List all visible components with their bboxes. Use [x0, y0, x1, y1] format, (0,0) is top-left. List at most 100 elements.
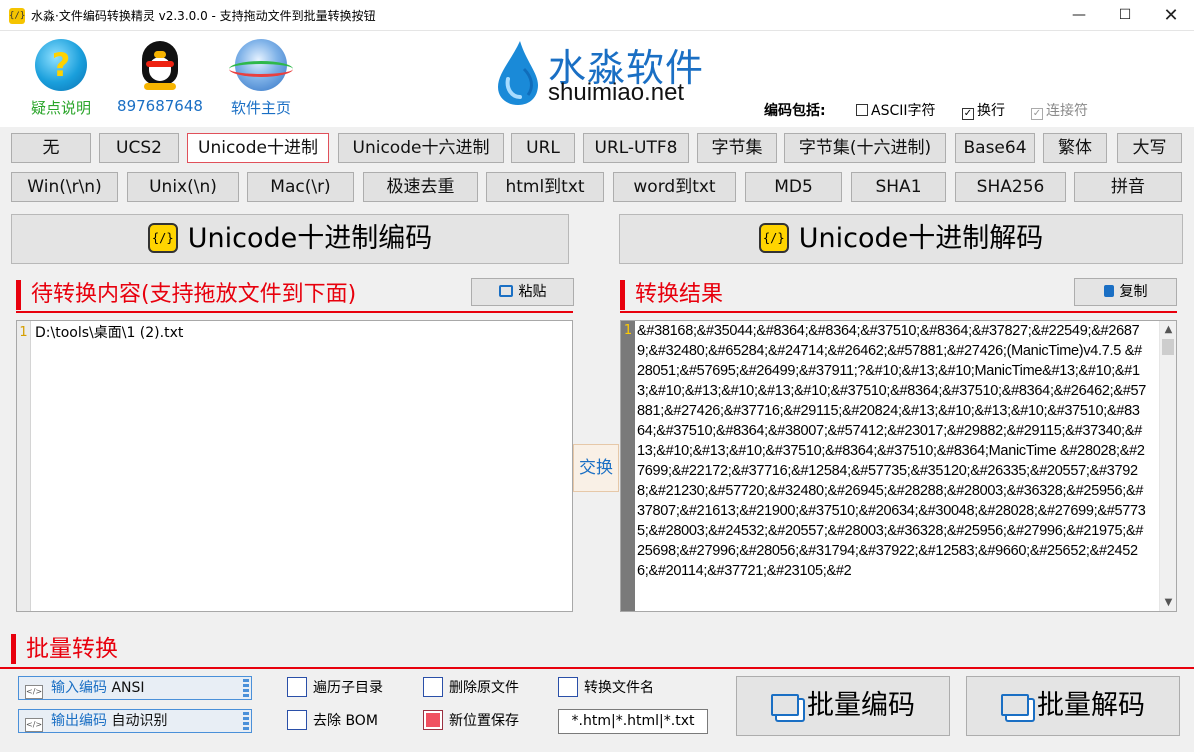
mode-html-to-txt-button[interactable]: html到txt [486, 172, 604, 202]
minimize-button[interactable]: — [1056, 0, 1102, 31]
newline-checkbox[interactable]: ✓ 换行 [962, 100, 1005, 120]
new-location-label: 新位置保存 [449, 713, 519, 729]
traverse-label: 遍历子目录 [313, 680, 383, 696]
checkmark-icon: ✓ [962, 108, 974, 120]
vertical-scrollbar[interactable]: ▲ ▼ [1159, 321, 1176, 611]
join-checkbox[interactable]: ✓ 连接符 [1031, 100, 1088, 120]
input-editor[interactable]: 1 D:\tools\桌面\1 (2).txt [16, 320, 573, 612]
newline-label: 换行 [977, 103, 1005, 119]
result-title-underline [620, 311, 1177, 313]
traverse-subdirs-checkbox[interactable]: 遍历子目录 [287, 677, 383, 699]
scroll-up-icon[interactable]: ▲ [1160, 321, 1176, 338]
checkbox-checked-icon [423, 710, 443, 730]
mode-sha1-button[interactable]: SHA1 [851, 172, 946, 202]
ascii-label: ASCII字符 [871, 103, 936, 119]
input-encoding-select[interactable]: </> 输入编码 ANSI [18, 676, 252, 700]
water-drop-icon [498, 41, 538, 105]
checkbox-icon [287, 710, 307, 730]
batch-encode-button[interactable]: 批量编码 [736, 676, 950, 736]
mode-none-button[interactable]: 无 [11, 133, 91, 163]
decode-button[interactable]: {/} Unicode十进制解码 [619, 214, 1183, 264]
checkmark-icon: ✓ [1031, 108, 1043, 120]
title-bar: {/} 水淼·文件编码转换精灵 v2.3.0.0 - 支持拖动文件到批量转换按钮… [0, 0, 1194, 31]
batch-decode-button[interactable]: 批量解码 [966, 676, 1180, 736]
line-number: 1 [623, 323, 633, 338]
output-encoding-label: 输出编码 [51, 713, 107, 729]
mode-byteset-button[interactable]: 字节集 [697, 133, 777, 163]
code-icon: {/} [147, 223, 178, 253]
mode-mac-newline-button[interactable]: Mac(\r) [247, 172, 354, 202]
mode-url-button[interactable]: URL [511, 133, 575, 163]
checkbox-icon [558, 677, 578, 697]
window-title: 水淼·文件编码转换精灵 v2.3.0.0 - 支持拖动文件到批量转换按钮 [31, 9, 376, 23]
line-number: 1 [17, 321, 31, 611]
batch-divider [0, 667, 1194, 669]
mode-ucs2-button[interactable]: UCS2 [99, 133, 179, 163]
mode-uppercase-button[interactable]: 大写 [1117, 133, 1182, 163]
mode-win-newline-button[interactable]: Win(\r\n) [11, 172, 118, 202]
batch-encode-label: 批量编码 [807, 690, 915, 721]
mode-traditional-button[interactable]: 繁体 [1043, 133, 1107, 163]
mode-base64-button[interactable]: Base64 [955, 133, 1035, 163]
brand-name-en: shuimiao.net [548, 79, 685, 106]
encode-button[interactable]: {/} Unicode十进制编码 [11, 214, 569, 264]
result-editor[interactable]: 1 &#38168;&#35044;&#8364;&#8364;&#37510;… [620, 320, 1177, 612]
help-link[interactable]: ? 疑点说明 [11, 39, 111, 118]
mode-unix-newline-button[interactable]: Unix(\n) [127, 172, 239, 202]
swap-button[interactable]: 交换 [573, 444, 619, 492]
mode-sha256-button[interactable]: SHA256 [955, 172, 1066, 202]
close-button[interactable]: ✕ [1148, 0, 1194, 31]
mode-dedupe-button[interactable]: 极速去重 [363, 172, 478, 202]
documents-icon [1001, 694, 1029, 716]
header-area: ? 疑点说明 897687648 软件主页 水淼软件 shuimiao.net … [0, 31, 1194, 127]
input-encoding-label: 输入编码 [51, 680, 107, 696]
homepage-label: 软件主页 [230, 99, 291, 117]
mode-unicode-dec-button[interactable]: Unicode十进制 [187, 133, 329, 163]
brand-logo: 水淼软件 shuimiao.net [494, 35, 734, 115]
grip-icon [243, 679, 249, 697]
encoding-include-label: 编码包括: [764, 103, 826, 119]
paste-label: 粘贴 [518, 284, 547, 300]
code-file-icon: </> [25, 685, 43, 699]
code-icon: {/} [9, 8, 25, 24]
paste-icon [498, 285, 513, 297]
mode-byteset-hex-button[interactable]: 字节集(十六进制) [784, 133, 946, 163]
batch-title: 批量转换 [11, 634, 118, 664]
decode-label: Unicode十进制解码 [798, 223, 1044, 254]
mode-unicode-hex-button[interactable]: Unicode十六进制 [338, 133, 504, 163]
documents-icon [771, 694, 799, 716]
mode-pinyin-button[interactable]: 拼音 [1074, 172, 1182, 202]
qq-label: 897687648 [117, 97, 203, 115]
convert-filename-checkbox[interactable]: 转换文件名 [558, 677, 654, 699]
code-icon: {/} [758, 223, 789, 253]
new-location-checkbox[interactable]: 新位置保存 [423, 710, 519, 732]
output-encoding-value: 自动识别 [111, 713, 168, 729]
maximize-button[interactable]: ☐ [1102, 0, 1148, 31]
scroll-down-icon[interactable]: ▼ [1160, 594, 1176, 611]
convert-filename-label: 转换文件名 [584, 680, 654, 696]
input-content[interactable]: D:\tools\桌面\1 (2).txt [35, 323, 183, 343]
output-encoding-select[interactable]: </> 输出编码 自动识别 [18, 709, 252, 733]
input-panel-title: 待转换内容(支持拖放文件到下面) [16, 280, 356, 310]
result-content[interactable]: &#38168;&#35044;&#8364;&#8364;&#37510;&#… [637, 321, 1147, 581]
help-icon: ? [35, 39, 87, 91]
remove-bom-checkbox[interactable]: 去除 BOM [287, 710, 378, 732]
input-encoding-value: ANSI [111, 680, 145, 696]
globe-icon [229, 39, 293, 91]
extension-filter-input[interactable]: *.htm|*.html|*.txt [558, 709, 708, 734]
qq-penguin-icon [138, 39, 182, 91]
scroll-thumb[interactable] [1162, 339, 1174, 355]
encode-label: Unicode十进制编码 [187, 223, 433, 254]
mode-url-utf8-button[interactable]: URL-UTF8 [583, 133, 689, 163]
delete-original-checkbox[interactable]: 删除原文件 [423, 677, 519, 699]
ascii-checkbox[interactable]: ASCII字符 [856, 100, 936, 120]
mode-md5-button[interactable]: MD5 [745, 172, 842, 202]
copy-icon [1103, 285, 1114, 297]
qq-link[interactable]: 897687648 [110, 39, 210, 115]
copy-button[interactable]: 复制 [1074, 278, 1177, 306]
grip-icon [243, 712, 249, 730]
mode-word-to-txt-button[interactable]: word到txt [613, 172, 736, 202]
paste-button[interactable]: 粘贴 [471, 278, 574, 306]
homepage-link[interactable]: 软件主页 [211, 39, 311, 118]
join-label: 连接符 [1046, 103, 1088, 119]
